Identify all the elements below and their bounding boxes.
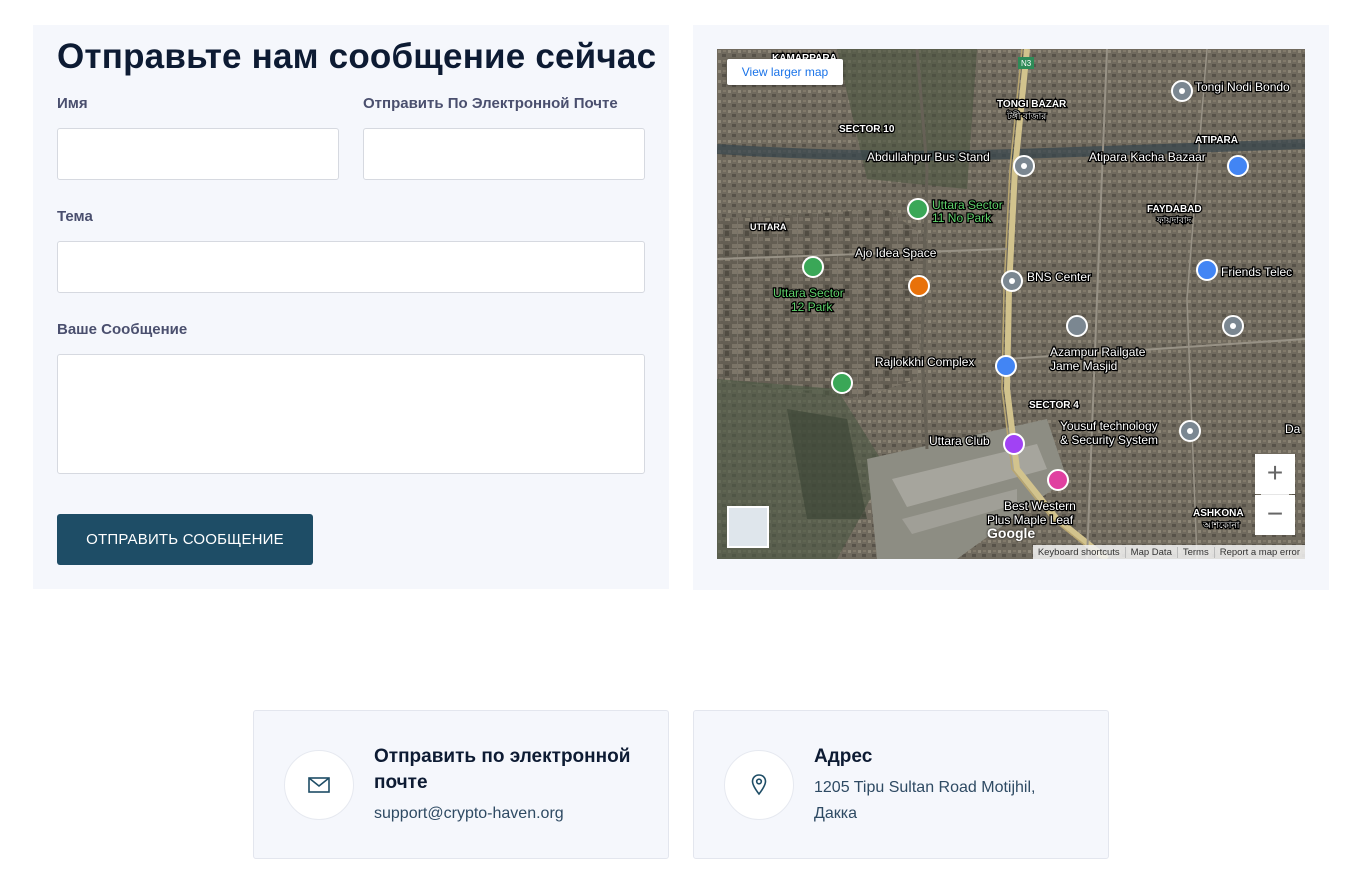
message-textarea[interactable] <box>57 354 645 474</box>
map-label: Azampur Railgate <box>1050 345 1146 359</box>
map-label: Atipara Kacha Bazaar <box>1089 150 1206 164</box>
keyboard-shortcuts-link[interactable]: Keyboard shortcuts <box>1033 547 1125 558</box>
map-pin-icon <box>724 750 794 820</box>
map-pin[interactable] <box>1227 155 1249 177</box>
map-label: Uttara Club <box>929 434 990 448</box>
support-email-link[interactable]: support@crypto-haven.org <box>374 801 564 827</box>
map-pin[interactable] <box>1066 315 1088 337</box>
report-map-error-link[interactable]: Report a map error <box>1213 546 1305 558</box>
email-info-card: Отправить по электронной почте support@c… <box>253 710 669 859</box>
map-label: Da <box>1285 422 1301 436</box>
terms-link[interactable]: Terms <box>1176 546 1214 558</box>
zoom-in-button[interactable]: + <box>1255 454 1295 494</box>
map-label: BNS Center <box>1027 270 1091 284</box>
form-title: Отправьте нам сообщение сейчас <box>57 37 657 76</box>
google-logo: Google <box>987 525 1036 541</box>
map-pin[interactable] <box>1013 155 1035 177</box>
embedded-map[interactable]: KAMARPARA TONGI BAZAR টঙ্গী বাজার SECTOR… <box>717 49 1305 559</box>
map-data-link[interactable]: Map Data <box>1124 546 1177 558</box>
map-label: Uttara Sector <box>773 286 844 300</box>
map-label: ASHKONA <box>1193 508 1244 519</box>
map-card: KAMARPARA TONGI BAZAR টঙ্গী বাজার SECTOR… <box>693 25 1329 590</box>
message-label: Ваше Сообщение <box>57 321 188 338</box>
subject-label: Тема <box>57 208 93 225</box>
address-line-1: 1205 Tipu Sultan Road Motijhil, <box>814 779 1036 796</box>
map-label: ফায়দাবাদ <box>1156 215 1191 225</box>
map-pin[interactable] <box>907 198 929 220</box>
map-pin[interactable] <box>1001 270 1023 292</box>
map-label: SECTOR 10 <box>839 124 895 135</box>
map-label: ATIPARA <box>1195 135 1238 146</box>
highway-shield-label: N3 <box>1021 59 1032 68</box>
map-label: Best Western <box>1004 499 1076 513</box>
map-label: FAYDABAD <box>1147 204 1202 215</box>
map-pin[interactable] <box>995 355 1017 377</box>
address-info-card: Адрес 1205 Tipu Sultan Road Motijhil, Да… <box>693 710 1109 859</box>
name-label: Имя <box>57 95 88 112</box>
map-pin[interactable] <box>908 275 930 297</box>
map-type-toggle[interactable] <box>727 506 769 548</box>
map-label: আশকোনা <box>1202 520 1240 530</box>
map-pin[interactable] <box>1003 433 1025 455</box>
map-label: টঙ্গী বাজার <box>1006 110 1047 121</box>
map-label: Jame Masjid <box>1050 359 1117 373</box>
name-input[interactable] <box>57 128 339 180</box>
map-label: Tongi Nodi Bondo <box>1195 80 1290 94</box>
subject-input[interactable] <box>57 241 645 293</box>
map-attribution: Keyboard shortcuts Map Data Terms Report… <box>1032 545 1305 559</box>
map-label: & Security System <box>1060 433 1158 447</box>
map-pin[interactable] <box>831 372 853 394</box>
map-pin[interactable] <box>1171 80 1193 102</box>
view-larger-map-link[interactable]: View larger map <box>727 59 843 85</box>
map-markers: KAMARPARA TONGI BAZAR টঙ্গী বাজার SECTOR… <box>749 52 1302 532</box>
zoom-out-button[interactable]: − <box>1255 495 1295 535</box>
address-line-2: Дакка <box>814 805 857 822</box>
email-input[interactable] <box>363 128 645 180</box>
map-label: Rajlokkhi Complex <box>875 355 974 369</box>
map-pin[interactable] <box>1047 469 1069 491</box>
envelope-icon <box>284 750 354 820</box>
address-card-title: Адрес <box>814 746 873 767</box>
map-pin[interactable] <box>1196 259 1218 281</box>
email-label: Отправить По Электронной Почте <box>363 95 618 112</box>
map-label: 11 No Park <box>932 211 992 225</box>
map-pin[interactable] <box>1222 315 1244 337</box>
map-label: Ajo Idea Space <box>855 246 937 260</box>
map-pin[interactable] <box>802 256 824 278</box>
map-label: 12 Park <box>791 300 833 314</box>
send-message-button[interactable]: ОТПРАВИТЬ СООБЩЕНИЕ <box>57 514 313 565</box>
email-card-title: Отправить по электронной почте <box>374 746 631 793</box>
contact-form: Отправьте нам сообщение сейчас Имя Отпра… <box>33 25 669 589</box>
map-label: TONGI BAZAR <box>997 99 1067 110</box>
map-label: SECTOR 4 <box>1029 400 1079 411</box>
map-label: Uttara Sector <box>932 198 1003 212</box>
map-label: Yousuf technology <box>1060 419 1158 433</box>
map-label: Friends Telec <box>1221 265 1292 279</box>
map-label: Abdullahpur Bus Stand <box>867 150 990 164</box>
map-pin[interactable] <box>1179 420 1201 442</box>
map-label: UTTARA <box>750 222 787 232</box>
